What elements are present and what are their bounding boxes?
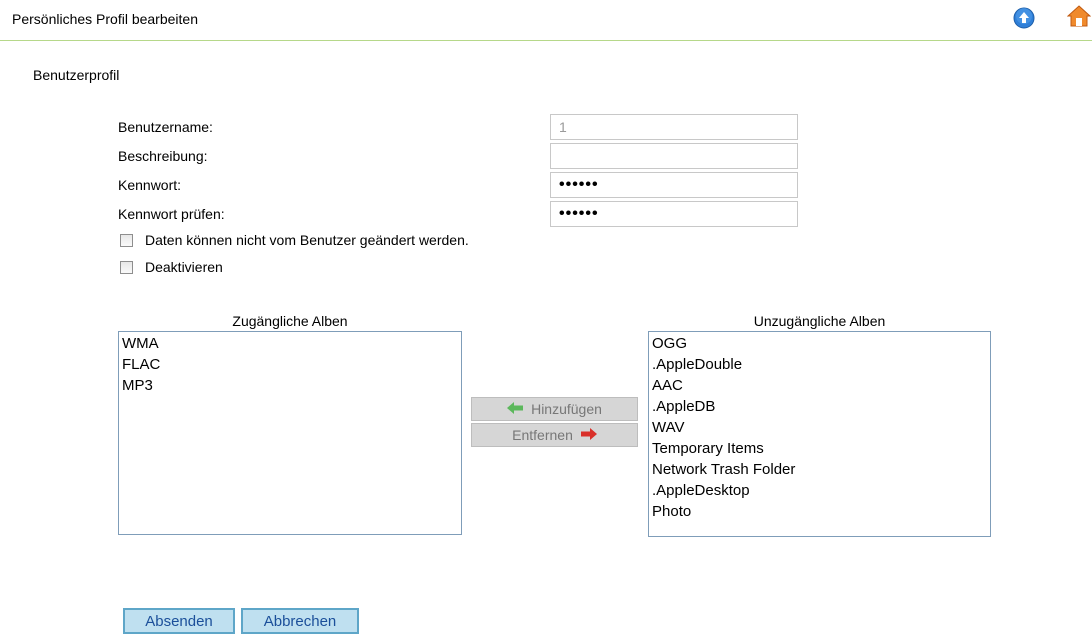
password-confirm-field[interactable] [550,201,798,227]
inaccessible-albums-list[interactable]: OGG .AppleDouble AAC .AppleDB WAV Tempor… [648,331,991,537]
accessible-albums-list[interactable]: WMA FLAC MP3 [118,331,462,535]
section-title: Benutzerprofil [33,67,120,83]
username-label: Benutzername: [118,119,213,135]
list-item[interactable]: Photo [652,501,987,522]
add-button-label: Hinzufügen [531,401,602,417]
list-item[interactable]: Network Trash Folder [652,459,987,480]
list-item[interactable]: .AppleDouble [652,354,987,375]
arrow-up-circle-icon[interactable] [1013,7,1035,29]
password-confirm-label: Kennwort prüfen: [118,206,225,222]
accessible-albums-title: Zugängliche Alben [232,313,348,329]
username-field[interactable] [550,114,798,140]
cancel-button[interactable]: Abbrechen [241,608,359,634]
list-item[interactable]: .AppleDesktop [652,480,987,501]
list-item[interactable]: AAC [652,375,987,396]
list-item[interactable]: .AppleDB [652,396,987,417]
submit-button[interactable]: Absenden [123,608,235,634]
remove-button[interactable]: Entfernen [471,423,638,447]
disable-checkbox[interactable] [120,261,133,274]
list-item[interactable]: FLAC [122,354,458,375]
remove-button-label: Entfernen [512,427,573,443]
list-item[interactable]: MP3 [122,375,458,396]
inaccessible-albums-title: Unzugängliche Alben [753,313,886,329]
disable-checkbox-label: Deaktivieren [145,259,223,275]
add-button[interactable]: Hinzufügen [471,397,638,421]
lock-checkbox[interactable] [120,234,133,247]
home-icon[interactable] [1066,4,1092,28]
header-divider [0,40,1092,41]
list-item[interactable]: OGG [652,333,987,354]
arrow-right-icon [580,427,597,443]
password-field[interactable] [550,172,798,198]
list-item[interactable]: WMA [122,333,458,354]
password-label: Kennwort: [118,177,182,193]
list-item[interactable]: WAV [652,417,987,438]
lock-checkbox-label: Daten können nicht vom Benutzer geändert… [145,232,469,248]
page-title: Persönliches Profil bearbeiten [12,11,198,27]
arrow-left-icon [507,401,524,417]
description-field[interactable] [550,143,798,169]
description-label: Beschreibung: [118,148,208,164]
list-item[interactable]: Temporary Items [652,438,987,459]
